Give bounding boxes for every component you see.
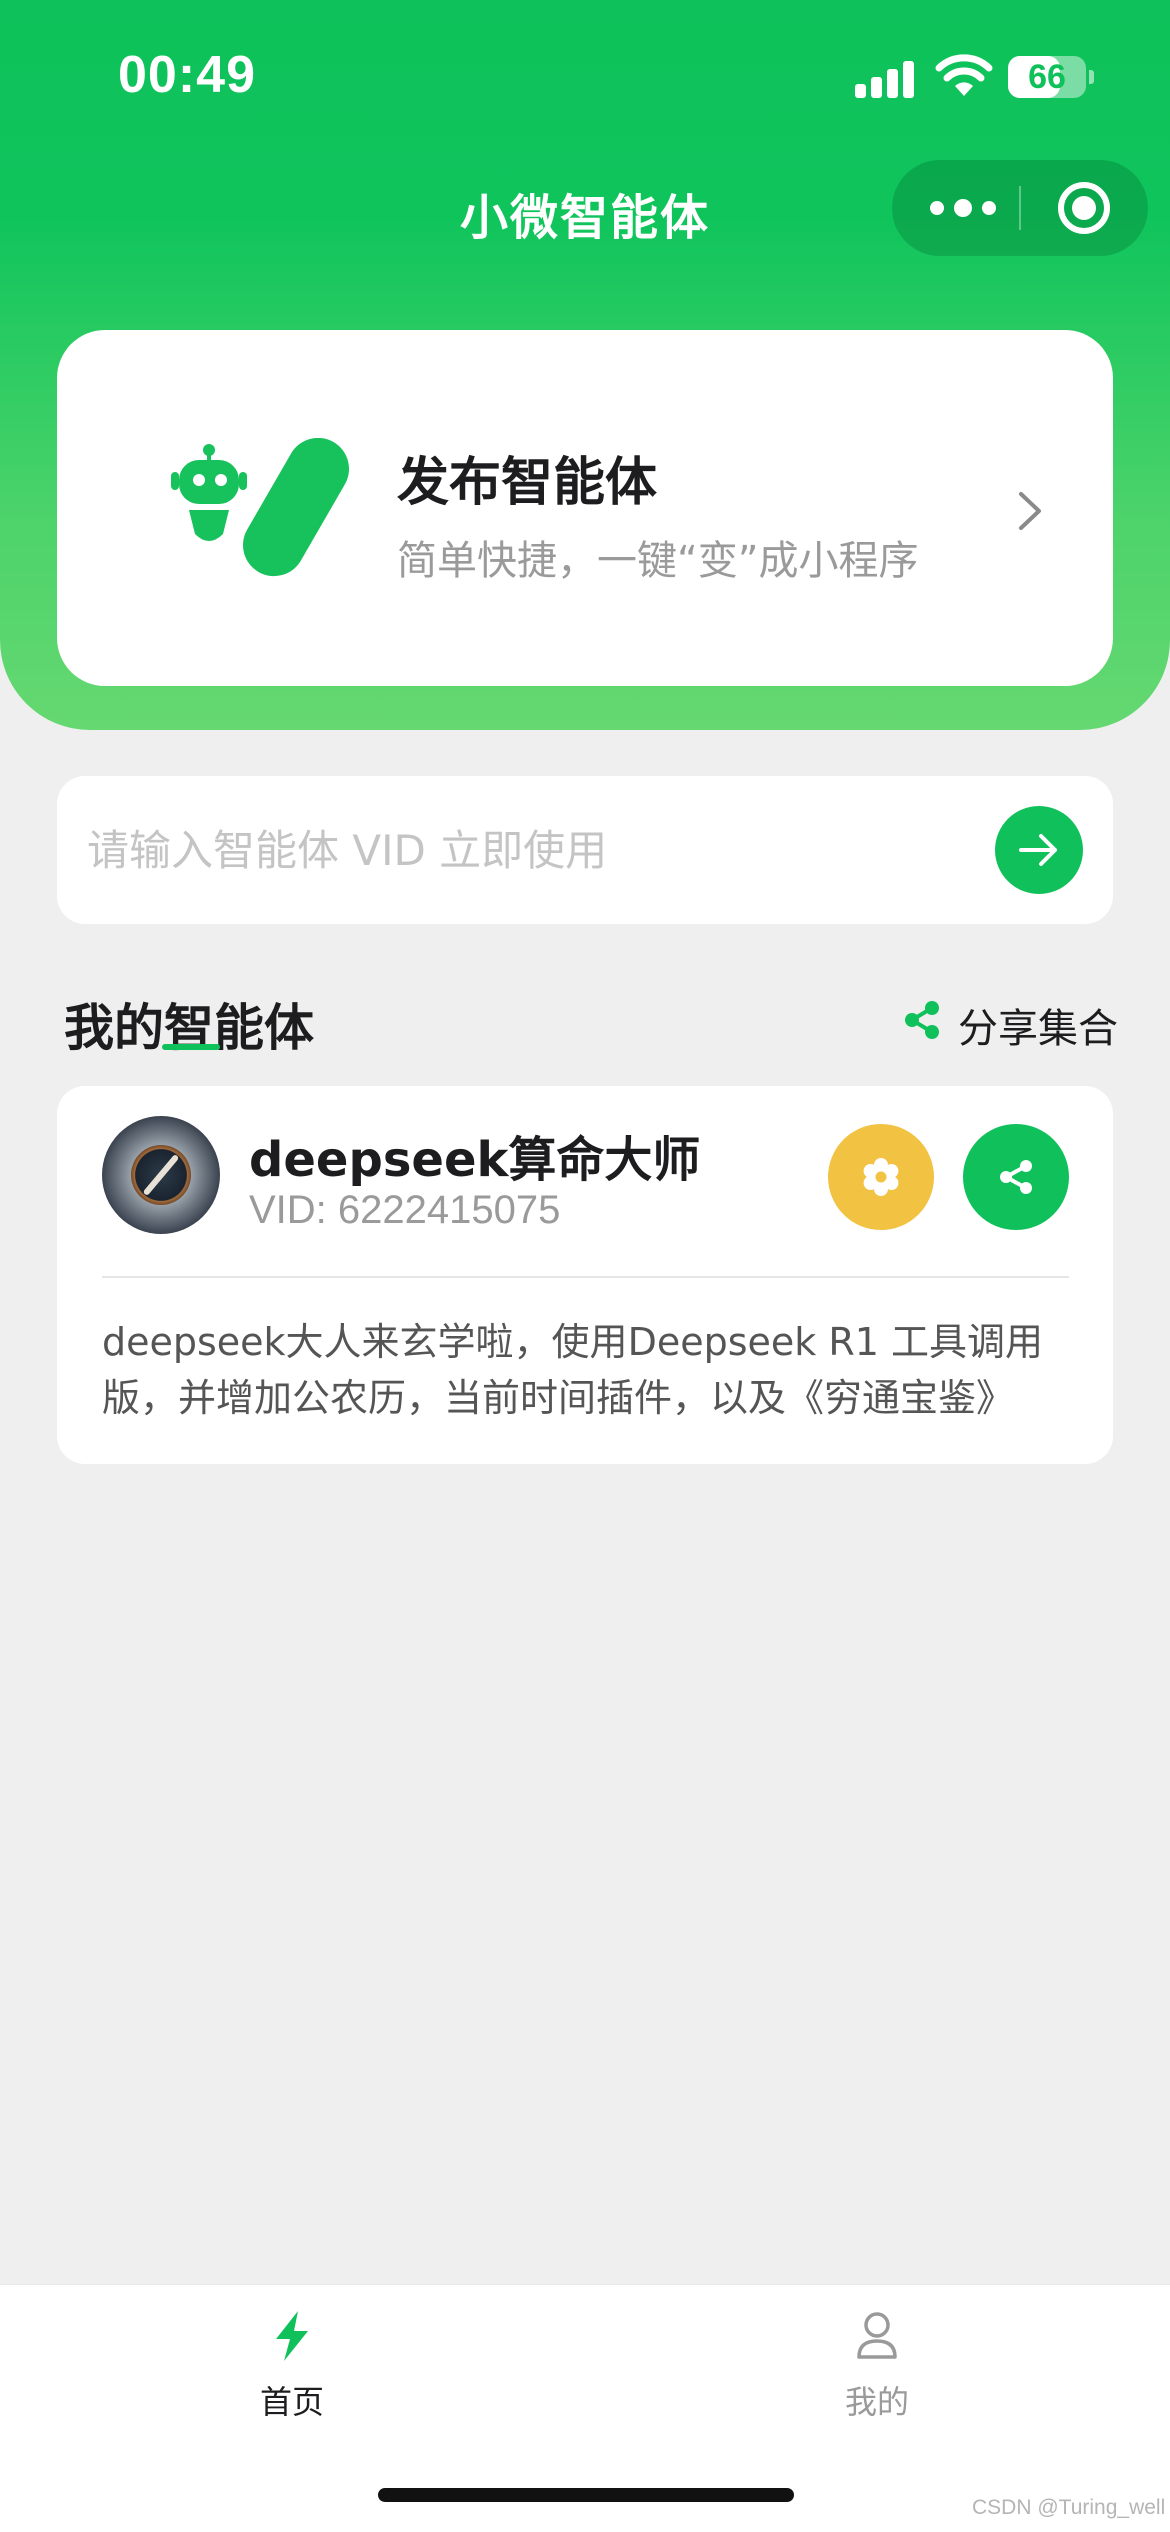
agent-settings-button[interactable] [828, 1124, 934, 1230]
publish-title: 发布智能体 [397, 453, 658, 513]
share-icon [905, 1001, 939, 1039]
robot-logo-icon [171, 438, 349, 577]
share-collection-label: 分享集合 [958, 1006, 1118, 1052]
tab-home[interactable]: 首页 [192, 2309, 392, 2429]
vid-search-box [57, 776, 1113, 924]
more-options-icon[interactable] [924, 188, 1004, 228]
battery-icon: 66 [1008, 56, 1086, 98]
status-time: 00:49 [118, 46, 256, 104]
close-mini-program-icon[interactable] [1058, 182, 1110, 234]
agent-avatar [102, 1116, 220, 1234]
title-accent-underline [162, 1044, 220, 1050]
agent-card[interactable]: deepseek算命大师 VID: 6222415075 deepseek大人来… [57, 1086, 1113, 1464]
battery-tip [1089, 70, 1094, 84]
tab-home-label: 首页 [259, 2383, 324, 2421]
chevron-right-icon [1019, 492, 1041, 530]
gear-icon [863, 1158, 899, 1196]
agent-share-button[interactable] [963, 1124, 1069, 1230]
mini-program-capsule [892, 160, 1148, 256]
share-icon [1000, 1160, 1032, 1194]
agent-name: deepseek算命大师 [249, 1132, 701, 1188]
watermark: CSDN @Turing_well [972, 2496, 1166, 2519]
agent-card-divider [102, 1276, 1069, 1278]
publish-agent-card[interactable]: 发布智能体 简单快捷，一键“变”成小程序 [57, 330, 1113, 686]
tab-me[interactable]: 我的 [777, 2309, 977, 2429]
home-indicator [378, 2488, 794, 2502]
tab-me-label: 我的 [844, 2383, 909, 2421]
cellular-signal-icon [855, 58, 915, 98]
agent-vid: VID: 6222415075 [249, 1188, 561, 1232]
lightning-icon [276, 2311, 308, 2361]
wifi-icon [935, 54, 993, 96]
battery-percent: 66 [1028, 58, 1066, 96]
publish-subtitle: 简单快捷，一键“变”成小程序 [397, 538, 919, 584]
user-icon [857, 2312, 897, 2359]
status-bar: 00:49 66 [0, 0, 1170, 150]
vid-submit-button[interactable] [995, 806, 1083, 894]
capsule-divider [1019, 186, 1021, 230]
arrow-right-icon [1019, 834, 1057, 866]
vid-input[interactable] [87, 806, 987, 894]
agent-description: deepseek大人来玄学啦，使用Deepseek R1 工具调用版，并增加公农… [102, 1320, 1044, 1420]
